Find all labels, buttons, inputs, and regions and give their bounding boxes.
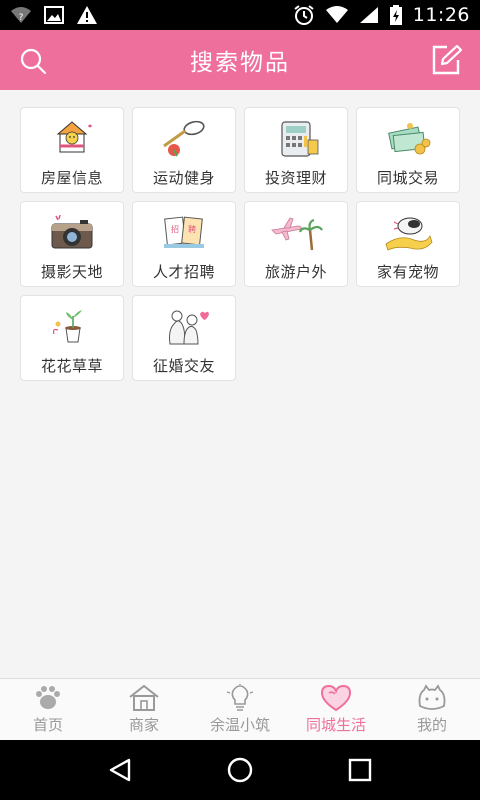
tab-mine[interactable]: 我的 bbox=[384, 679, 480, 740]
category-grid: 房屋信息 运动健身 投资理财 同城交易 摄影天地 招 聘 人才招聘 旅游户外 家… bbox=[20, 107, 460, 381]
heart-icon bbox=[319, 684, 353, 712]
category-label: 家有宠物 bbox=[376, 263, 439, 281]
search-icon[interactable] bbox=[16, 44, 50, 78]
category-label: 投资理财 bbox=[264, 169, 327, 187]
category-label: 摄影天地 bbox=[40, 263, 103, 281]
category-dating[interactable]: 征婚交友 bbox=[132, 295, 236, 381]
signal-icon bbox=[359, 6, 379, 24]
back-icon[interactable] bbox=[100, 750, 140, 790]
flower-pot-icon bbox=[44, 304, 100, 348]
battery-charging-icon bbox=[389, 4, 403, 26]
money-icon bbox=[380, 116, 436, 160]
bottom-tab-bar: 首页 商家 余温小筑 同城生活 我的 bbox=[0, 678, 480, 740]
warning-icon bbox=[76, 5, 98, 25]
category-house[interactable]: 房屋信息 bbox=[20, 107, 124, 193]
store-icon bbox=[127, 684, 161, 712]
status-bar: ? 11:26 bbox=[0, 0, 480, 30]
edit-icon[interactable] bbox=[428, 42, 464, 78]
tab-warm-house[interactable]: 余温小筑 bbox=[192, 679, 288, 740]
couple-hearts-icon bbox=[156, 304, 212, 348]
tab-label: 我的 bbox=[416, 716, 447, 734]
category-label: 旅游户外 bbox=[264, 263, 327, 281]
tab-home[interactable]: 首页 bbox=[0, 679, 96, 740]
tab-city-life[interactable]: 同城生活 bbox=[288, 679, 384, 740]
page-title: 搜索物品 bbox=[190, 50, 290, 76]
category-label: 同城交易 bbox=[376, 169, 439, 187]
recents-icon[interactable] bbox=[340, 750, 380, 790]
category-label: 运动健身 bbox=[152, 169, 215, 187]
tab-label: 同城生活 bbox=[305, 716, 366, 734]
category-plants[interactable]: 花花草草 bbox=[20, 295, 124, 381]
tab-stores[interactable]: 商家 bbox=[96, 679, 192, 740]
svg-text:聘: 聘 bbox=[188, 224, 196, 234]
category-label: 人才招聘 bbox=[152, 263, 215, 281]
category-finance[interactable]: 投资理财 bbox=[244, 107, 348, 193]
category-travel[interactable]: 旅游户外 bbox=[244, 201, 348, 287]
svg-text:?: ? bbox=[19, 13, 24, 23]
wifi-icon bbox=[325, 6, 349, 24]
image-icon bbox=[44, 6, 64, 24]
category-label: 花花草草 bbox=[40, 357, 103, 375]
camera-icon bbox=[44, 210, 100, 254]
pet-icon bbox=[380, 210, 436, 254]
wifi-unknown-icon: ? bbox=[10, 6, 32, 24]
category-photography[interactable]: 摄影天地 bbox=[20, 201, 124, 287]
paw-icon bbox=[31, 684, 65, 712]
app-header: 搜索物品 bbox=[0, 30, 480, 90]
badminton-icon bbox=[156, 116, 212, 160]
house-icon bbox=[44, 116, 100, 160]
category-trade[interactable]: 同城交易 bbox=[356, 107, 460, 193]
system-nav-bar bbox=[0, 740, 480, 800]
category-recruit[interactable]: 招 聘 人才招聘 bbox=[132, 201, 236, 287]
svg-text:招: 招 bbox=[171, 224, 179, 234]
category-sports[interactable]: 运动健身 bbox=[132, 107, 236, 193]
alarm-icon bbox=[293, 4, 315, 26]
status-time: 11:26 bbox=[412, 4, 470, 26]
category-label: 房屋信息 bbox=[40, 169, 103, 187]
tab-label: 余温小筑 bbox=[209, 716, 270, 734]
category-label: 征婚交友 bbox=[152, 357, 215, 375]
recruit-icon: 招 聘 bbox=[156, 210, 212, 254]
home-icon[interactable] bbox=[220, 750, 260, 790]
airplane-palm-icon bbox=[268, 210, 324, 254]
lightbulb-icon bbox=[223, 684, 257, 712]
tab-label: 首页 bbox=[32, 716, 63, 734]
cat-face-icon bbox=[415, 684, 449, 712]
tab-label: 商家 bbox=[128, 716, 159, 734]
calculator-icon bbox=[268, 116, 324, 160]
category-pets[interactable]: 家有宠物 bbox=[356, 201, 460, 287]
